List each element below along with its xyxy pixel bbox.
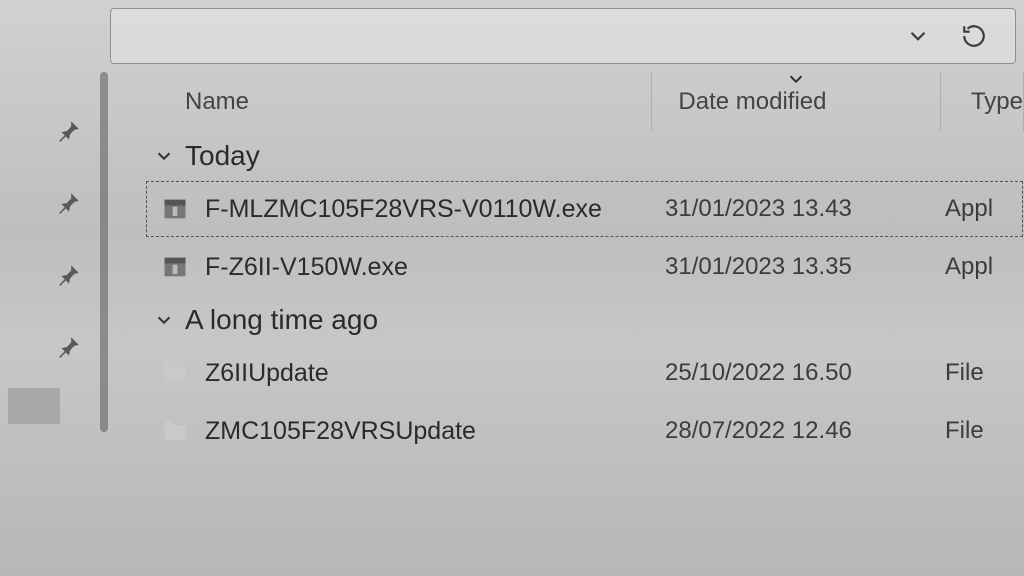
group-label: A long time ago <box>185 304 378 336</box>
folder-icon <box>161 417 189 445</box>
file-date: 25/10/2022 16.50 <box>655 359 945 387</box>
file-row[interactable]: F-Z6II-V150W.exe 31/01/2023 13.35 Appl <box>145 238 1024 296</box>
refresh-icon[interactable] <box>961 23 987 49</box>
file-name: F-MLZMC105F28VRS-V0110W.exe <box>205 195 602 224</box>
column-header-row: Name Date modified Type <box>155 72 1024 132</box>
column-header-date[interactable]: Date modified <box>652 72 941 132</box>
file-type: Appl <box>945 253 1024 281</box>
file-type: Appl <box>945 195 1024 223</box>
quick-access-highlight[interactable] <box>8 388 60 424</box>
chevron-down-icon <box>153 309 175 331</box>
file-row[interactable]: F-MLZMC105F28VRS-V0110W.exe 31/01/2023 1… <box>145 180 1024 238</box>
file-name: F-Z6II-V150W.exe <box>205 253 408 282</box>
file-name: Z6IIUpdate <box>205 359 329 388</box>
group-header-long-ago[interactable]: A long time ago <box>145 296 1024 344</box>
file-date: 28/07/2022 12.46 <box>655 417 945 445</box>
column-header-type[interactable]: Type <box>941 72 1024 132</box>
file-listing: Today F-MLZMC105F28VRS-V0110W.exe 31/01/… <box>145 132 1024 576</box>
nav-gutter <box>0 72 110 576</box>
archive-exe-icon <box>161 253 189 281</box>
group-label: Today <box>185 140 260 172</box>
archive-exe-icon <box>161 195 189 223</box>
pin-icon <box>56 334 82 360</box>
column-header-name[interactable]: Name <box>155 72 652 132</box>
pin-icon <box>56 190 82 216</box>
column-type-label: Type <box>971 88 1023 116</box>
nav-scrollbar[interactable] <box>100 72 108 432</box>
folder-row[interactable]: ZMC105F28VRSUpdate 28/07/2022 12.46 File <box>145 402 1024 460</box>
pin-icon <box>56 118 82 144</box>
file-type: File <box>945 359 1024 387</box>
sort-indicator-icon <box>785 68 807 97</box>
column-name-label: Name <box>185 88 249 116</box>
pin-icon <box>56 262 82 288</box>
folder-icon <box>161 359 189 387</box>
file-date: 31/01/2023 13.43 <box>655 195 945 223</box>
folder-row[interactable]: Z6IIUpdate 25/10/2022 16.50 File <box>145 344 1024 402</box>
file-name: ZMC105F28VRSUpdate <box>205 417 476 446</box>
file-date: 31/01/2023 13.35 <box>655 253 945 281</box>
chevron-down-icon <box>153 145 175 167</box>
address-bar[interactable] <box>110 8 1016 64</box>
history-dropdown-icon[interactable] <box>905 23 931 49</box>
group-header-today[interactable]: Today <box>145 132 1024 180</box>
file-type: File <box>945 417 1024 445</box>
